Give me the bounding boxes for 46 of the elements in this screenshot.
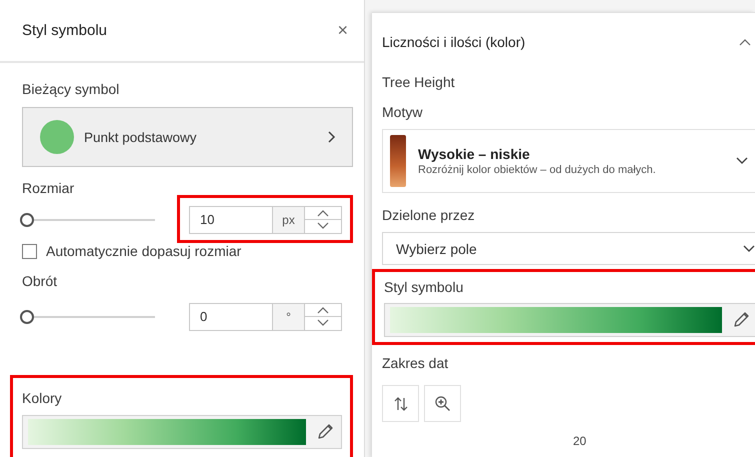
unit-label: ° (272, 304, 304, 330)
section-label: Bieżący symbol (22, 81, 120, 97)
color-swatch (390, 135, 406, 187)
field-select[interactable]: Wybierz pole (382, 232, 755, 265)
section-label: Styl symbolu (384, 279, 464, 295)
panel-title: Styl symbolu (22, 22, 108, 39)
zoom-in-icon (434, 394, 452, 412)
decrement-chevron-icon[interactable] (317, 222, 329, 230)
checkbox-label: Automatycznie dopasuj rozmiar (46, 243, 242, 259)
increment-chevron-icon[interactable] (317, 306, 329, 314)
theme-dropdown[interactable]: Wysokie – niskie Rozróżnij kolor obiektów – od dużych do małych. (382, 129, 755, 193)
section-label: Obrót (22, 273, 58, 289)
number-value: 10 (199, 210, 216, 228)
number-value: 0 (199, 308, 208, 326)
section-label: Rozmiar (22, 180, 76, 196)
section-label: Zakres dat (382, 355, 450, 371)
section-label: Motyw (382, 104, 424, 120)
field-name: Tree Height (382, 74, 456, 90)
increment-chevron-icon[interactable] (317, 208, 329, 217)
unit-label: px (272, 206, 304, 232)
color-ramp[interactable] (390, 307, 722, 333)
chevron-down-icon (743, 244, 755, 252)
circle-symbol-icon (40, 120, 74, 154)
axis-label: 20 (573, 434, 588, 448)
zoom-button[interactable] (424, 385, 461, 422)
symbol-button[interactable]: Punkt podstawowy (22, 107, 353, 167)
chevron-icon (328, 131, 336, 143)
checkbox[interactable] (22, 244, 37, 258)
pencil-icon[interactable] (732, 311, 750, 329)
number-field[interactable]: 0 ° (189, 302, 342, 330)
sort-button[interactable] (382, 385, 419, 422)
section-title: Liczności i ilości (kolor) (382, 34, 526, 50)
up-down-arrows-icon (392, 396, 408, 412)
slider-thumb[interactable] (20, 212, 34, 226)
theme-description: Rozróżnij kolor obiektów – od dużych do małych. (418, 164, 657, 176)
color-ramp[interactable] (28, 419, 306, 445)
number-field[interactable]: 10 px (189, 206, 342, 234)
collapse-chevron-icon[interactable] (739, 38, 751, 46)
decrement-chevron-icon[interactable] (317, 319, 329, 328)
theme-name: Wysokie – niskie (418, 146, 531, 162)
section-label: Kolory (22, 390, 63, 406)
slider-thumb[interactable] (20, 310, 34, 324)
pencil-icon[interactable] (316, 423, 334, 441)
section-label: Dzielone przez (382, 207, 476, 223)
close-button[interactable]: × (337, 20, 348, 41)
chevron-down-icon (736, 157, 748, 165)
